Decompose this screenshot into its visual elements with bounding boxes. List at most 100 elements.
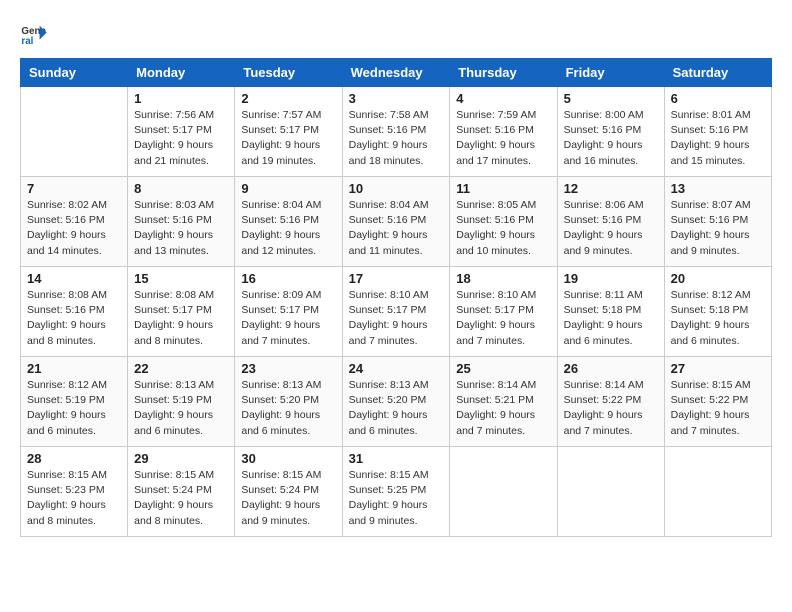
day-number: 7	[27, 181, 121, 196]
calendar-cell: 16Sunrise: 8:09 AMSunset: 5:17 PMDayligh…	[235, 267, 342, 357]
day-info: Sunrise: 8:14 AMSunset: 5:22 PMDaylight:…	[564, 378, 658, 439]
calendar-cell: 25 Sunrise: 8:14 AMSunset: 5:21 PMDayligh…	[450, 357, 557, 447]
calendar-cell: 31 Sunrise: 8:15 AMSunset: 5:25 PMDayligh…	[342, 447, 450, 537]
day-of-week-header: Monday	[128, 59, 235, 87]
day-of-week-header: Saturday	[664, 59, 771, 87]
calendar-cell: 7 Sunrise: 8:02 AMSunset: 5:16 PMDaylight…	[21, 177, 128, 267]
calendar-table: SundayMondayTuesdayWednesdayThursdayFrid…	[20, 58, 772, 537]
day-number: 31	[349, 451, 444, 466]
day-info: Sunrise: 8:14 AMSunset: 5:21 PMDaylight:…	[456, 378, 550, 439]
day-number: 1	[134, 91, 228, 106]
calendar-cell: 8 Sunrise: 8:03 AMSunset: 5:16 PMDaylight…	[128, 177, 235, 267]
day-info: Sunrise: 8:12 AMSunset: 5:19 PMDaylight:…	[27, 378, 121, 439]
week-row: 14 Sunrise: 8:08 AMSunset: 5:16 PMDayligh…	[21, 267, 772, 357]
day-info: Sunrise: 8:06 AMSunset: 5:16 PMDaylight:…	[564, 198, 658, 259]
svg-text:ral: ral	[21, 36, 33, 47]
day-info: Sunrise: 8:08 AMSunset: 5:17 PMDaylight:…	[134, 288, 228, 349]
day-number: 24	[349, 361, 444, 376]
calendar-cell: 6 Sunrise: 8:01 AMSunset: 5:16 PMDaylight…	[664, 87, 771, 177]
calendar-cell: 1Sunrise: 7:56 AMSunset: 5:17 PMDaylight…	[128, 87, 235, 177]
calendar-header-row: SundayMondayTuesdayWednesdayThursdayFrid…	[21, 59, 772, 87]
day-info: Sunrise: 8:10 AMSunset: 5:17 PMDaylight:…	[456, 288, 550, 349]
day-number: 22	[134, 361, 228, 376]
calendar-cell: 15 Sunrise: 8:08 AMSunset: 5:17 PMDayligh…	[128, 267, 235, 357]
day-info: Sunrise: 8:13 AMSunset: 5:19 PMDaylight:…	[134, 378, 228, 439]
calendar-cell: 9 Sunrise: 8:04 AMSunset: 5:16 PMDaylight…	[235, 177, 342, 267]
day-info: Sunrise: 8:05 AMSunset: 5:16 PMDaylight:…	[456, 198, 550, 259]
day-info: Sunrise: 8:07 AMSunset: 5:16 PMDaylight:…	[671, 198, 765, 259]
logo: Gene ral	[20, 20, 52, 48]
day-number: 25	[456, 361, 550, 376]
calendar-cell: 12 Sunrise: 8:06 AMSunset: 5:16 PMDayligh…	[557, 177, 664, 267]
day-info: Sunrise: 8:10 AMSunset: 5:17 PMDaylight:…	[349, 288, 444, 349]
day-info: Sunrise: 8:01 AMSunset: 5:16 PMDaylight:…	[671, 108, 765, 169]
calendar-cell: 28 Sunrise: 8:15 AMSunset: 5:23 PMDayligh…	[21, 447, 128, 537]
day-number: 30	[241, 451, 335, 466]
day-number: 8	[134, 181, 228, 196]
week-row: 21 Sunrise: 8:12 AMSunset: 5:19 PMDayligh…	[21, 357, 772, 447]
day-number: 18	[456, 271, 550, 286]
day-number: 29	[134, 451, 228, 466]
week-row: 28 Sunrise: 8:15 AMSunset: 5:23 PMDayligh…	[21, 447, 772, 537]
day-info: Sunrise: 7:57 AMSunset: 5:17 PMDaylight:…	[241, 108, 335, 169]
calendar-cell: 24 Sunrise: 8:13 AMSunset: 5:20 PMDayligh…	[342, 357, 450, 447]
day-info: Sunrise: 8:15 AMSunset: 5:22 PMDaylight:…	[671, 378, 765, 439]
day-number: 14	[27, 271, 121, 286]
day-info: Sunrise: 8:15 AMSunset: 5:24 PMDaylight:…	[134, 468, 228, 529]
day-number: 10	[349, 181, 444, 196]
calendar-cell: 29 Sunrise: 8:15 AMSunset: 5:24 PMDayligh…	[128, 447, 235, 537]
day-info: Sunrise: 8:15 AMSunset: 5:25 PMDaylight:…	[349, 468, 444, 529]
calendar-cell: 3Sunrise: 7:58 AMSunset: 5:16 PMDaylight…	[342, 87, 450, 177]
day-info: Sunrise: 8:03 AMSunset: 5:16 PMDaylight:…	[134, 198, 228, 259]
day-info: Sunrise: 8:08 AMSunset: 5:16 PMDaylight:…	[27, 288, 121, 349]
calendar-cell: 21 Sunrise: 8:12 AMSunset: 5:19 PMDayligh…	[21, 357, 128, 447]
day-info: Sunrise: 8:13 AMSunset: 5:20 PMDaylight:…	[349, 378, 444, 439]
day-number: 17	[349, 271, 444, 286]
calendar-cell: 18 Sunrise: 8:10 AMSunset: 5:17 PMDayligh…	[450, 267, 557, 357]
day-info: Sunrise: 8:15 AMSunset: 5:23 PMDaylight:…	[27, 468, 121, 529]
day-info: Sunrise: 8:04 AMSunset: 5:16 PMDaylight:…	[241, 198, 335, 259]
day-number: 11	[456, 181, 550, 196]
calendar-cell: 30 Sunrise: 8:15 AMSunset: 5:24 PMDayligh…	[235, 447, 342, 537]
day-number: 19	[564, 271, 658, 286]
calendar-cell: 13 Sunrise: 8:07 AMSunset: 5:16 PMDayligh…	[664, 177, 771, 267]
day-number: 4	[456, 91, 550, 106]
day-number: 23	[241, 361, 335, 376]
day-number: 26	[564, 361, 658, 376]
day-info: Sunrise: 8:00 AMSunset: 5:16 PMDaylight:…	[564, 108, 658, 169]
logo-icon: Gene ral	[20, 20, 48, 48]
day-number: 6	[671, 91, 765, 106]
week-row: 1Sunrise: 7:56 AMSunset: 5:17 PMDaylight…	[21, 87, 772, 177]
day-number: 12	[564, 181, 658, 196]
day-of-week-header: Tuesday	[235, 59, 342, 87]
day-info: Sunrise: 8:11 AMSunset: 5:18 PMDaylight:…	[564, 288, 658, 349]
calendar-cell	[664, 447, 771, 537]
calendar-cell: 10 Sunrise: 8:04 AMSunset: 5:16 PMDayligh…	[342, 177, 450, 267]
day-number: 13	[671, 181, 765, 196]
day-info: Sunrise: 8:04 AMSunset: 5:16 PMDaylight:…	[349, 198, 444, 259]
page-header: Gene ral	[20, 20, 772, 48]
day-of-week-header: Thursday	[450, 59, 557, 87]
calendar-cell: 4 Sunrise: 7:59 AMSunset: 5:16 PMDaylight…	[450, 87, 557, 177]
day-number: 15	[134, 271, 228, 286]
day-number: 21	[27, 361, 121, 376]
calendar-cell: 20 Sunrise: 8:12 AMSunset: 5:18 PMDayligh…	[664, 267, 771, 357]
day-number: 3	[349, 91, 444, 106]
day-number: 9	[241, 181, 335, 196]
day-info: Sunrise: 7:59 AMSunset: 5:16 PMDaylight:…	[456, 108, 550, 169]
day-number: 2	[241, 91, 335, 106]
calendar-cell: 17 Sunrise: 8:10 AMSunset: 5:17 PMDayligh…	[342, 267, 450, 357]
day-number: 28	[27, 451, 121, 466]
day-info: Sunrise: 8:02 AMSunset: 5:16 PMDaylight:…	[27, 198, 121, 259]
day-info: Sunrise: 8:12 AMSunset: 5:18 PMDaylight:…	[671, 288, 765, 349]
calendar-cell: 19 Sunrise: 8:11 AMSunset: 5:18 PMDayligh…	[557, 267, 664, 357]
day-of-week-header: Wednesday	[342, 59, 450, 87]
day-number: 16	[241, 271, 335, 286]
calendar-cell: 23 Sunrise: 8:13 AMSunset: 5:20 PMDayligh…	[235, 357, 342, 447]
calendar-cell: 22 Sunrise: 8:13 AMSunset: 5:19 PMDayligh…	[128, 357, 235, 447]
day-number: 20	[671, 271, 765, 286]
day-info: Sunrise: 8:15 AMSunset: 5:24 PMDaylight:…	[241, 468, 335, 529]
day-info: Sunrise: 8:13 AMSunset: 5:20 PMDaylight:…	[241, 378, 335, 439]
day-number: 5	[564, 91, 658, 106]
calendar-cell: 27Sunrise: 8:15 AMSunset: 5:22 PMDayligh…	[664, 357, 771, 447]
